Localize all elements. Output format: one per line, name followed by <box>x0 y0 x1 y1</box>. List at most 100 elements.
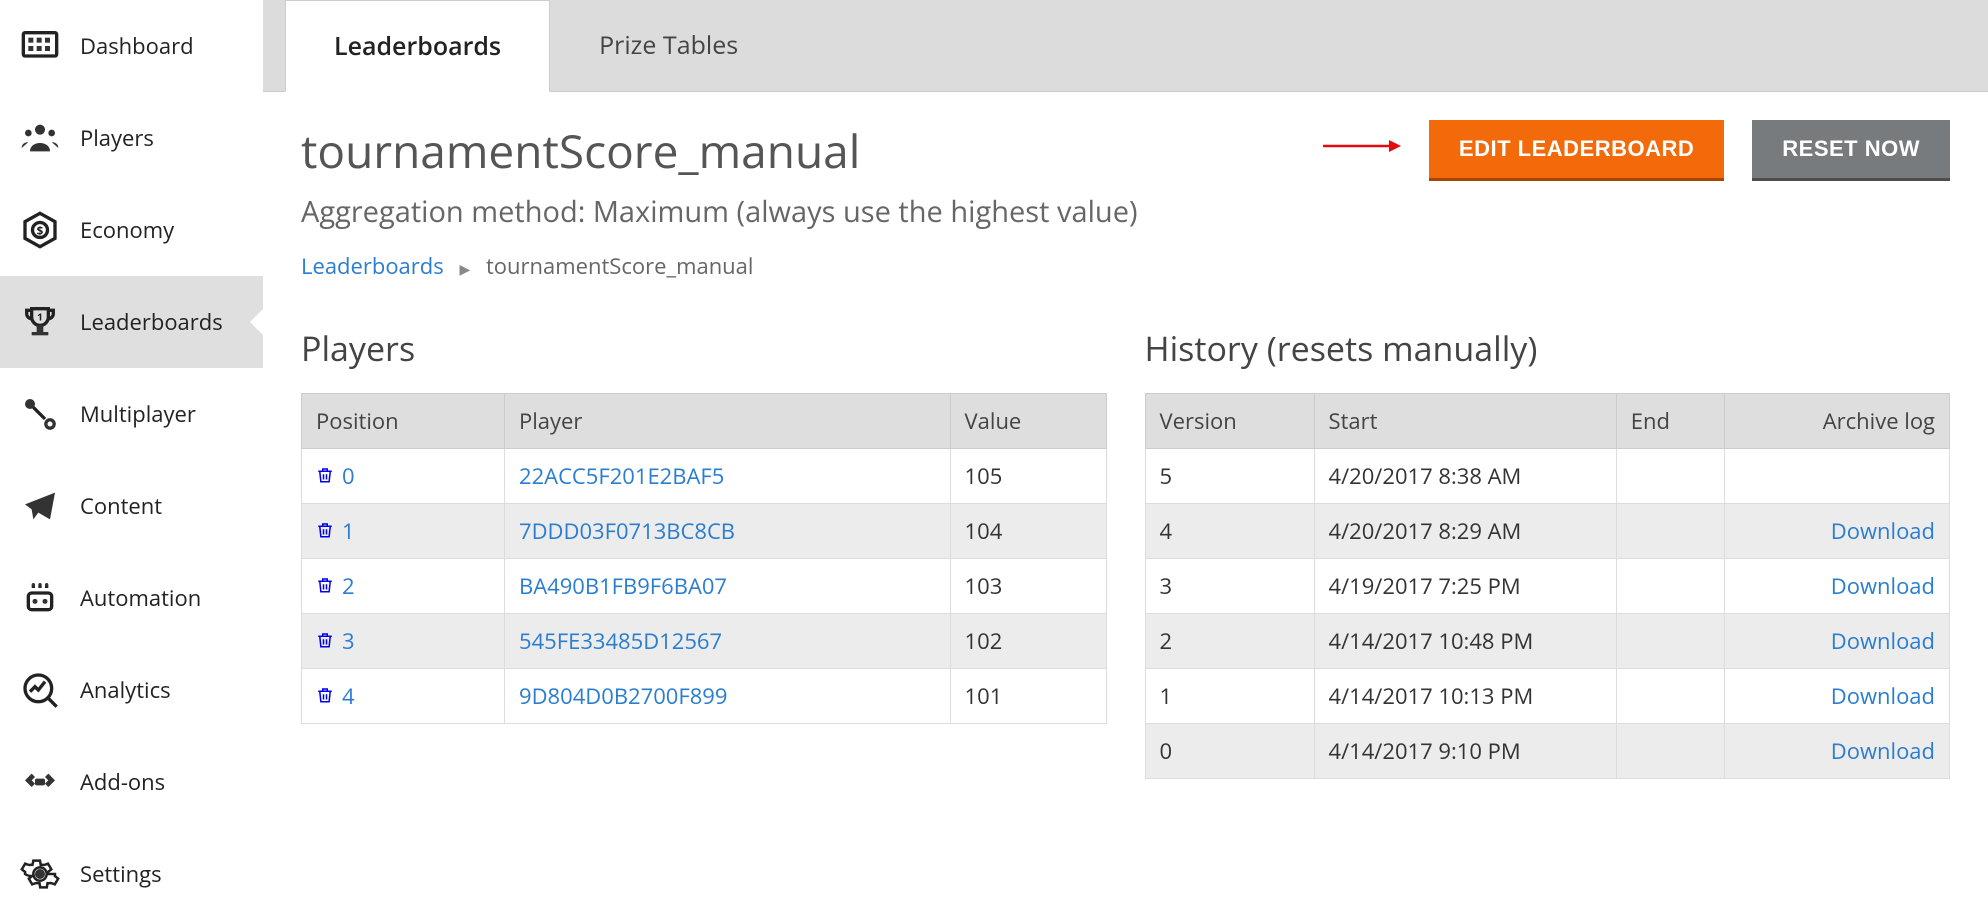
end-cell <box>1616 504 1724 559</box>
delete-row-button[interactable] <box>316 681 334 711</box>
position-link[interactable]: 0 <box>342 461 355 491</box>
player-link[interactable]: BA490B1FB9F6BA07 <box>519 571 727 601</box>
value-cell: 105 <box>950 449 1106 504</box>
edit-leaderboard-button[interactable]: EDIT LEADERBOARD <box>1429 120 1724 178</box>
value-cell: 101 <box>950 669 1106 724</box>
addons-icon <box>18 760 62 804</box>
start-cell: 4/20/2017 8:29 AM <box>1314 504 1616 559</box>
end-cell <box>1616 614 1724 669</box>
player-link[interactable]: 22ACC5F201E2BAF5 <box>519 461 724 491</box>
settings-icon <box>18 852 62 896</box>
tab-bar: LeaderboardsPrize Tables <box>263 0 1988 92</box>
trash-icon <box>316 631 334 649</box>
sidebar-item-leaderboards[interactable]: Leaderboards <box>0 276 263 368</box>
trash-icon <box>316 521 334 539</box>
history-heading: History (resets manually) <box>1145 325 1951 371</box>
player-link[interactable]: 9D804D0B2700F899 <box>519 681 727 711</box>
multiplayer-icon <box>18 392 62 436</box>
sidebar: Dashboard Players Economy Leaderboards Multi… <box>0 0 263 910</box>
table-row: 1 4/14/2017 10:13 PM Download <box>1145 669 1950 724</box>
content: tournamentScore_manual Aggregation metho… <box>263 92 1988 910</box>
player-link[interactable]: 7DDD03F0713BC8CB <box>519 516 735 546</box>
position-link[interactable]: 1 <box>342 516 355 546</box>
history-section: History (resets manually) Version Start … <box>1145 325 1951 779</box>
sidebar-item-players[interactable]: Players <box>0 92 263 184</box>
trash-icon <box>316 466 334 484</box>
sidebar-item-automation[interactable]: Automation <box>0 552 263 644</box>
table-row: 0 4/14/2017 9:10 PM Download <box>1145 724 1950 779</box>
table-row: 4 9D804D0B2700F899 101 <box>302 669 1107 724</box>
position-link[interactable]: 4 <box>342 681 355 711</box>
table-row: 1 7DDD03F0713BC8CB 104 <box>302 504 1107 559</box>
leaderboards-icon <box>18 300 62 344</box>
table-row: 3 4/19/2017 7:25 PM Download <box>1145 559 1950 614</box>
breadcrumb-root-link[interactable]: Leaderboards <box>301 251 444 281</box>
end-cell <box>1616 724 1724 779</box>
breadcrumb-current: tournamentScore_manual <box>486 251 754 281</box>
arrow-annotation-icon <box>1321 134 1401 164</box>
download-link[interactable]: Download <box>1831 736 1935 766</box>
tab-prize-tables[interactable]: Prize Tables <box>550 0 787 91</box>
download-link[interactable]: Download <box>1831 681 1935 711</box>
sidebar-item-settings[interactable]: Settings <box>0 828 263 920</box>
breadcrumb-separator-icon: ▶ <box>459 260 470 279</box>
players-col-value: Value <box>950 394 1106 449</box>
table-row: 2 BA490B1FB9F6BA07 103 <box>302 559 1107 614</box>
economy-icon <box>18 208 62 252</box>
version-cell: 0 <box>1145 724 1314 779</box>
sidebar-item-economy[interactable]: Economy <box>0 184 263 276</box>
history-col-version: Version <box>1145 394 1314 449</box>
trash-icon <box>316 686 334 704</box>
delete-row-button[interactable] <box>316 516 334 546</box>
players-col-position: Position <box>302 394 505 449</box>
dashboard-icon <box>18 24 62 68</box>
players-section: Players Position Player Value 0 22ACC5F2… <box>301 325 1107 779</box>
position-link[interactable]: 2 <box>342 571 355 601</box>
position-link[interactable]: 3 <box>342 626 355 656</box>
history-table: Version Start End Archive log 5 4/20/201… <box>1145 393 1951 779</box>
page-title: tournamentScore_manual <box>301 120 1138 182</box>
history-col-end: End <box>1616 394 1724 449</box>
tab-leaderboards[interactable]: Leaderboards <box>285 0 550 92</box>
delete-row-button[interactable] <box>316 571 334 601</box>
reset-now-button[interactable]: RESET NOW <box>1752 120 1950 178</box>
sidebar-item-label: Add-ons <box>80 767 165 797</box>
download-link[interactable]: Download <box>1831 626 1935 656</box>
download-link[interactable]: Download <box>1831 516 1935 546</box>
sidebar-item-label: Content <box>80 491 162 521</box>
end-cell <box>1616 559 1724 614</box>
page-subtitle: Aggregation method: Maximum (always use … <box>301 192 1138 231</box>
header-actions: EDIT LEADERBOARD RESET NOW <box>1321 120 1950 178</box>
sidebar-item-label: Leaderboards <box>80 307 223 337</box>
history-col-start: Start <box>1314 394 1616 449</box>
sidebar-item-dashboard[interactable]: Dashboard <box>0 0 263 92</box>
table-row: 5 4/20/2017 8:38 AM <box>1145 449 1950 504</box>
sidebar-item-label: Dashboard <box>80 31 194 61</box>
sidebar-item-analytics[interactable]: Analytics <box>0 644 263 736</box>
value-cell: 103 <box>950 559 1106 614</box>
sidebar-item-label: Analytics <box>80 675 171 705</box>
players-heading: Players <box>301 325 1107 371</box>
sidebar-item-label: Automation <box>80 583 201 613</box>
sidebar-item-label: Economy <box>80 215 174 245</box>
table-row: 3 545FE33485D12567 102 <box>302 614 1107 669</box>
table-row: 0 22ACC5F201E2BAF5 105 <box>302 449 1107 504</box>
delete-row-button[interactable] <box>316 626 334 656</box>
delete-row-button[interactable] <box>316 461 334 491</box>
start-cell: 4/20/2017 8:38 AM <box>1314 449 1616 504</box>
sidebar-item-addons[interactable]: Add-ons <box>0 736 263 828</box>
sidebar-item-label: Players <box>80 123 154 153</box>
download-link[interactable]: Download <box>1831 571 1935 601</box>
table-row: 2 4/14/2017 10:48 PM Download <box>1145 614 1950 669</box>
value-cell: 102 <box>950 614 1106 669</box>
content-icon <box>18 484 62 528</box>
version-cell: 3 <box>1145 559 1314 614</box>
sidebar-item-content[interactable]: Content <box>0 460 263 552</box>
version-cell: 5 <box>1145 449 1314 504</box>
breadcrumb: Leaderboards ▶ tournamentScore_manual <box>301 251 1950 281</box>
end-cell <box>1616 449 1724 504</box>
end-cell <box>1616 669 1724 724</box>
player-link[interactable]: 545FE33485D12567 <box>519 626 722 656</box>
sidebar-item-multiplayer[interactable]: Multiplayer <box>0 368 263 460</box>
version-cell: 1 <box>1145 669 1314 724</box>
